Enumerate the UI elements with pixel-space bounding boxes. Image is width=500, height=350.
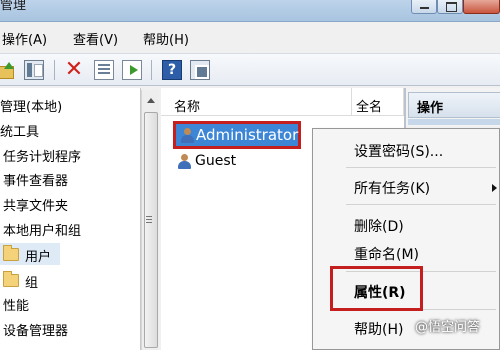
tree-item-users[interactable]: 用户 (0, 243, 60, 265)
help-icon[interactable]: ? (162, 60, 182, 80)
menu-help[interactable]: 帮助(H) (143, 29, 189, 48)
folder-icon (3, 245, 19, 261)
menu-item-all-tasks[interactable]: 所有任务(K) (354, 178, 430, 198)
submenu-arrow-icon (492, 184, 497, 192)
close-button[interactable] (463, 0, 500, 14)
panel-icon[interactable] (190, 60, 210, 80)
export-icon[interactable] (122, 60, 142, 80)
table-row-administrator[interactable]: Administrator (173, 121, 301, 149)
menu-item-set-password[interactable]: 设置密码(S)... (354, 141, 443, 161)
tree-item-local-users-groups[interactable]: 本地用户和组 (3, 220, 81, 239)
menu-item-delete[interactable]: 删除(D) (354, 216, 404, 236)
menu-action[interactable]: 操作(A) (2, 29, 47, 48)
view-icon[interactable] (24, 60, 44, 80)
user-icon (176, 154, 192, 170)
up-folder-icon[interactable] (0, 60, 16, 80)
tree-item-device-manager[interactable]: 设备管理器 (3, 320, 68, 339)
window-title: 管理 (0, 0, 27, 13)
maximize-button[interactable] (437, 0, 463, 14)
scrollbar-grip-icon (146, 216, 152, 223)
column-fullname-label: 全名 (356, 100, 383, 115)
tree-item-task-scheduler[interactable]: 任务计划程序 (3, 146, 81, 165)
tree-item-shared-folders[interactable]: 共享文件夹 (3, 195, 68, 214)
toolbar: ✕ ? (0, 53, 500, 86)
delete-icon[interactable]: ✕ (64, 59, 84, 81)
navigation-tree: 管理(本地) 统工具 任务计划程序 事件查看器 共享文件夹 本地用户和组 用户 … (0, 88, 141, 350)
minimize-button[interactable] (411, 0, 437, 14)
folder-icon (3, 271, 19, 287)
row-label: Guest (195, 153, 237, 169)
column-name-label: 名称 (174, 100, 201, 115)
scroll-up-arrow-icon[interactable] (147, 98, 155, 103)
column-header-fullname[interactable]: 全名 (352, 88, 404, 116)
toolbar-separator (54, 60, 55, 80)
menu-separator (346, 204, 496, 205)
scrollbar-thumb[interactable] (144, 112, 158, 348)
menu-view[interactable]: 查看(V) (73, 29, 118, 48)
tree-item-event-viewer[interactable]: 事件查看器 (3, 170, 68, 189)
properties-icon[interactable] (94, 60, 114, 80)
menu-separator (346, 167, 496, 168)
watermark: @悟空问答 (415, 320, 481, 335)
tree-item-computer-management[interactable]: 管理(本地) (0, 96, 62, 115)
tree-item-users-label: 用户 (25, 250, 52, 265)
tree-item-system-tools[interactable]: 统工具 (0, 121, 39, 140)
tree-scrollbar[interactable] (141, 90, 159, 350)
tree-item-performance[interactable]: 性能 (3, 295, 29, 314)
row-label: Administrator (196, 126, 299, 144)
user-icon (179, 128, 195, 144)
menu-bar: 操作(A) 查看(V) 帮助(H) (0, 23, 500, 53)
actions-subheader (408, 119, 500, 125)
tree-item-groups[interactable]: 组 (0, 269, 50, 291)
properties-highlight-box (330, 266, 423, 311)
toolbar-separator (151, 60, 152, 80)
tree-item-groups-label: 组 (25, 276, 39, 291)
actions-title: 操作 (417, 101, 444, 116)
menu-item-rename[interactable]: 重命名(M) (354, 244, 419, 264)
actions-header: 操作 (408, 92, 500, 118)
menu-item-help[interactable]: 帮助(H) (354, 319, 403, 339)
title-bar: 管理 (0, 0, 500, 22)
column-header-name[interactable]: 名称 (161, 88, 352, 116)
table-row-guest[interactable]: Guest (173, 152, 263, 172)
